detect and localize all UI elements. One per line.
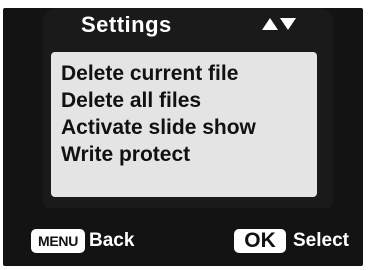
select-label: Select xyxy=(293,230,349,251)
camera-display-frame: Settings Delete current file Delete all … xyxy=(3,8,363,266)
menu-item-delete-all-files[interactable]: Delete all files xyxy=(61,89,201,113)
softkey-bar: MENU Back OK Select xyxy=(3,229,363,263)
menu-item-activate-slide-show[interactable]: Activate slide show xyxy=(61,116,256,140)
back-label: Back xyxy=(89,230,135,251)
menu-header: Settings xyxy=(43,8,333,42)
menu-title: Settings xyxy=(81,12,172,37)
menu-panel: Delete current file Delete all files Act… xyxy=(43,42,333,208)
settings-menu-list: Delete current file Delete all files Act… xyxy=(51,52,317,197)
ok-key-badge[interactable]: OK xyxy=(234,229,286,253)
up-down-arrows-icon xyxy=(262,18,296,30)
menu-item-delete-current-file[interactable]: Delete current file xyxy=(61,62,238,86)
menu-item-write-protect[interactable]: Write protect xyxy=(61,143,190,167)
menu-key-badge[interactable]: MENU xyxy=(31,229,85,253)
